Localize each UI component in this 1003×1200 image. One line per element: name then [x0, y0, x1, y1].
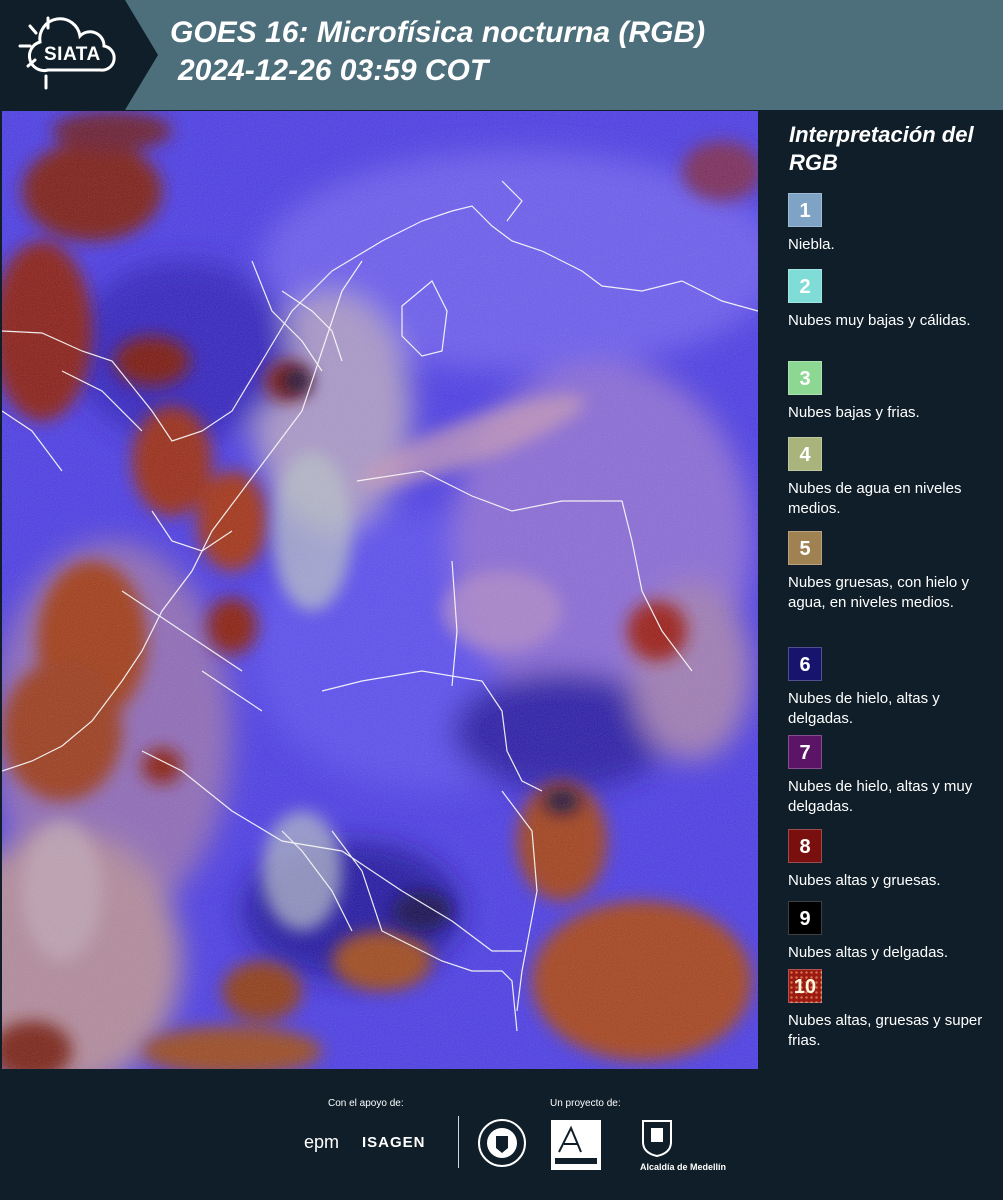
- alcaldia-label: Alcaldía de Medellín: [640, 1162, 727, 1172]
- legend-label: Nubes altas, gruesas y super frias.: [788, 1012, 983, 1049]
- universidad-seal-icon[interactable]: [477, 1118, 527, 1168]
- project-label: Un proyecto de:: [550, 1098, 621, 1109]
- epm-logo[interactable]: epm: [304, 1132, 339, 1153]
- legend-item: 10 Nubes altas, gruesas y super frias.: [788, 969, 998, 1051]
- legend-swatch: 2: [788, 269, 822, 303]
- support-label: Con el apoyo de:: [328, 1098, 404, 1109]
- legend-label: Nubes muy bajas y cálidas.: [788, 312, 971, 329]
- legend-swatch: 1: [788, 193, 822, 227]
- legend-label: Nubes altas y gruesas.: [788, 872, 941, 889]
- legend-item: 9 Nubes altas y delgadas.: [788, 901, 998, 963]
- legend-item: 3 Nubes bajas y frias.: [788, 361, 998, 423]
- legend-title: Interpretación del RGB: [789, 122, 974, 175]
- page-title: GOES 16: Microfísica nocturna (RGB): [170, 16, 706, 49]
- legend-swatch: 3: [788, 361, 822, 395]
- legend-panel: Interpretación del RGB 1 Niebla. 2 Nubes mu…: [760, 111, 1003, 1069]
- legend-label: Nubes de hielo, altas y delgadas.: [788, 690, 940, 727]
- page-timestamp: 2024-12-26 03:59 COT: [178, 54, 489, 87]
- legend-label: Nubes de agua en niveles medios.: [788, 480, 962, 517]
- legend-label: Nubes bajas y frias.: [788, 404, 920, 421]
- legend-swatch: 5: [788, 531, 822, 565]
- legend-item: 7 Nubes de hielo, altas y muy delgadas.: [788, 735, 998, 817]
- area-metropolitana-logo-icon[interactable]: [551, 1120, 601, 1170]
- legend-label: Niebla.: [788, 236, 835, 253]
- legend-swatch: 10: [788, 969, 822, 1003]
- header: SIATA GOES 16: Microfísica nocturna (RGB…: [0, 0, 1003, 110]
- satellite-rgb-image: [2, 111, 758, 1069]
- legend-swatch: 7: [788, 735, 822, 769]
- isagen-logo[interactable]: ISAGEN: [362, 1134, 426, 1151]
- legend-label: Nubes gruesas, con hielo y agua, en nive…: [788, 574, 969, 611]
- legend-swatch: 8: [788, 829, 822, 863]
- footer: Con el apoyo de: epm ISAGEN Un proyecto …: [0, 1070, 1003, 1200]
- legend-label: Nubes de hielo, altas y muy delgadas.: [788, 778, 973, 815]
- siata-logo[interactable]: SIATA: [0, 0, 160, 110]
- satellite-map[interactable]: [2, 111, 758, 1069]
- legend-swatch: 9: [788, 901, 822, 935]
- legend-item: 2 Nubes muy bajas y cálidas.: [788, 269, 998, 331]
- legend-label: Nubes altas y delgadas.: [788, 944, 949, 961]
- alcaldia-shield-icon[interactable]: [640, 1118, 674, 1158]
- legend-swatch: 6: [788, 647, 822, 681]
- legend-item: 5 Nubes gruesas, con hielo y agua, en niv…: [788, 531, 998, 613]
- siata-logo-text: SIATA: [44, 44, 101, 65]
- legend-item: 6 Nubes de hielo, altas y delgadas.: [788, 647, 998, 729]
- legend-item: 1 Niebla.: [788, 193, 998, 255]
- legend-swatch: 4: [788, 437, 822, 471]
- footer-divider: [458, 1116, 459, 1168]
- legend-item: 4 Nubes de agua en niveles medios.: [788, 437, 998, 519]
- legend-item: 8 Nubes altas y gruesas.: [788, 829, 998, 891]
